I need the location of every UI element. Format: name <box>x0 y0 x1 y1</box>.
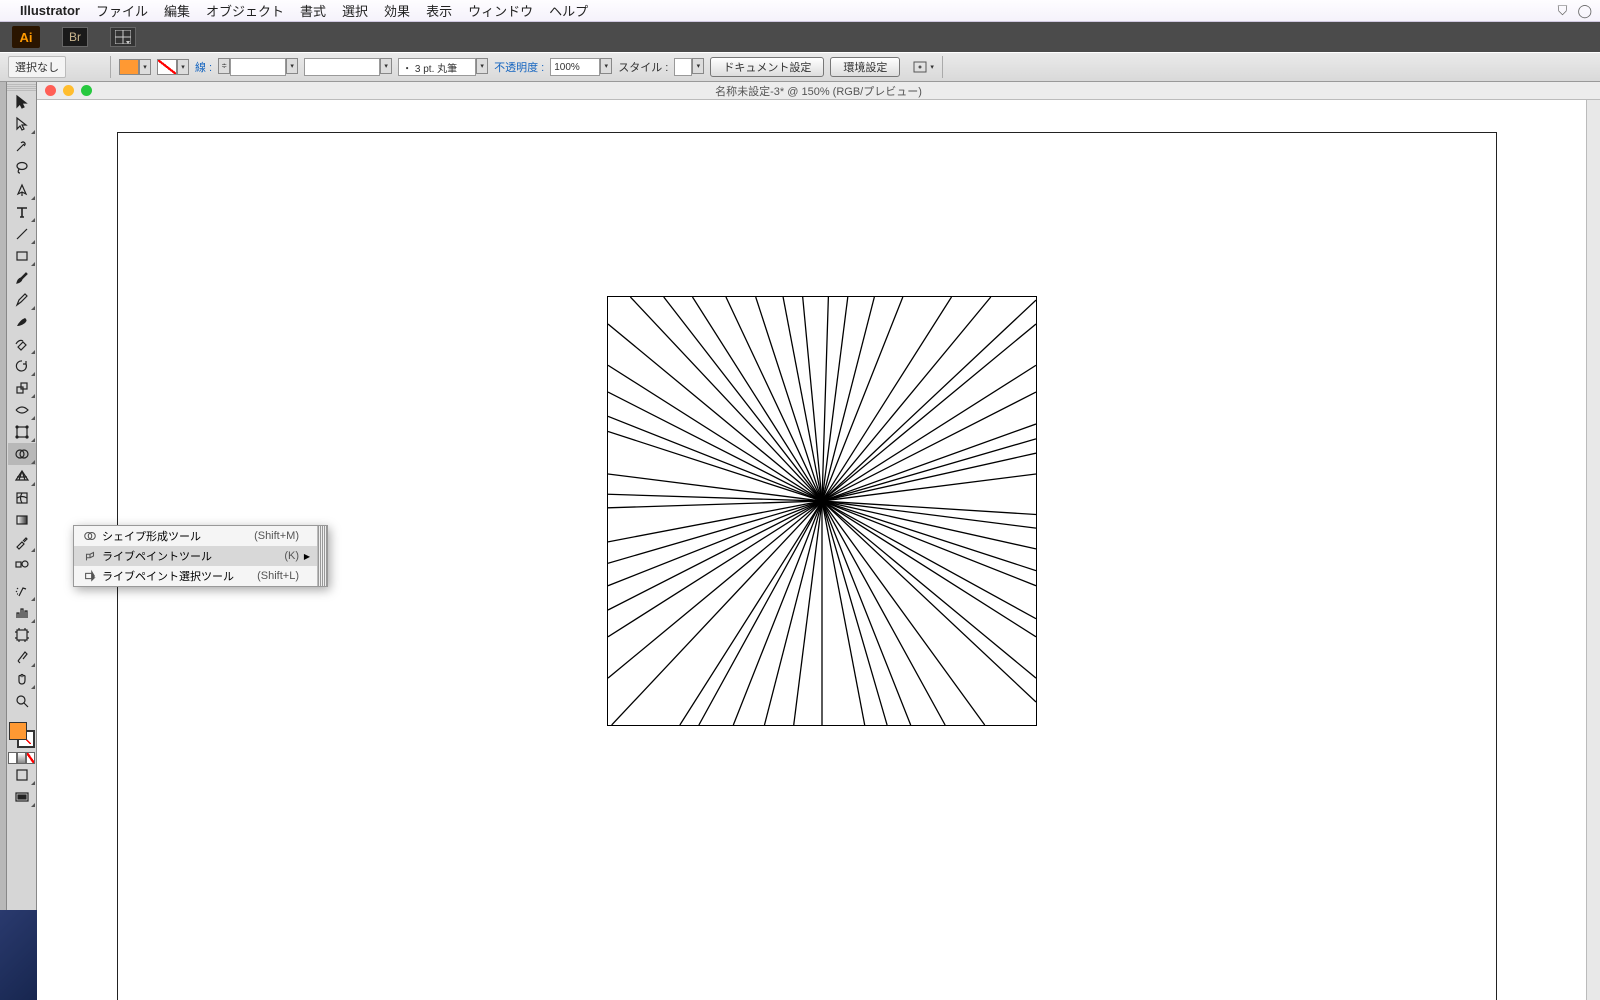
macos-menubar: Illustrator ファイル 編集 オブジェクト 書式 選択 効果 表示 ウ… <box>0 0 1600 22</box>
menu-object[interactable]: オブジェクト <box>206 1 284 20</box>
vertical-scrollbar[interactable] <box>1586 100 1600 1000</box>
tool-rotate[interactable] <box>8 355 36 377</box>
cloud-sync-icon[interactable]: ◯ <box>1577 3 1592 19</box>
selection-indicator[interactable]: 選択なし <box>8 56 66 78</box>
align-to-icon[interactable]: ▾ <box>912 59 934 75</box>
tool-perspective-grid[interactable] <box>8 465 36 487</box>
tool-type[interactable] <box>8 201 36 223</box>
flyout-item-shortcut: (K) <box>284 550 303 562</box>
brush-definition[interactable]: ・ 3 pt. 丸筆▾ <box>398 58 488 76</box>
tool-pencil[interactable] <box>8 289 36 311</box>
shield-icon[interactable]: ⛉ <box>1558 3 1568 19</box>
fill-swatch-control[interactable]: ▾ <box>119 59 151 75</box>
flyout-item-1[interactable]: ライブペイントツール(K)▶ <box>74 546 317 566</box>
starburst-artwork <box>607 296 1037 726</box>
stroke-swatch-control[interactable]: ▾ <box>157 59 189 75</box>
tool-artboard[interactable] <box>8 624 36 646</box>
flyout-item-label: ライブペイントツール <box>100 548 284 564</box>
illustrator-app-icon[interactable]: Ai <box>12 26 40 48</box>
tool-magic-wand[interactable] <box>8 135 36 157</box>
flyout-item-icon <box>80 549 100 563</box>
fill-color-box[interactable] <box>9 722 27 740</box>
tool-symbol-sprayer[interactable] <box>8 580 36 602</box>
application-bar: Ai Br <box>0 22 1600 52</box>
flyout-item-icon <box>80 569 100 583</box>
document-area: 名称未設定-3* @ 150% (RGB/プレビュー) シェイプ形成ツール(Sh… <box>37 82 1600 1000</box>
tool-blend[interactable] <box>8 553 36 575</box>
tool-pen[interactable] <box>8 179 36 201</box>
tool-slice[interactable] <box>8 646 36 668</box>
tool-selection[interactable] <box>8 91 36 113</box>
color-mode-row[interactable] <box>8 752 35 764</box>
control-panel: 選択なし ▾ ▾ 線 : ≑▾ ▾ ・ 3 pt. 丸筆▾ 不透明度 : 100… <box>0 52 1600 82</box>
menu-window[interactable]: ウィンドウ <box>468 1 533 20</box>
tool-line-segment[interactable] <box>8 223 36 245</box>
flyout-tearoff-grip[interactable] <box>317 526 327 586</box>
tool-eyedropper[interactable] <box>8 531 36 553</box>
menu-edit[interactable]: 編集 <box>164 1 190 20</box>
flyout-item-icon <box>80 529 100 543</box>
menu-help[interactable]: ヘルプ <box>549 1 588 20</box>
graphic-style[interactable]: ▾ <box>674 58 704 76</box>
menu-file[interactable]: ファイル <box>96 1 148 20</box>
tool-mesh[interactable] <box>8 487 36 509</box>
tool-column-graph[interactable] <box>8 602 36 624</box>
tool-eraser[interactable] <box>8 333 36 355</box>
menu-effect[interactable]: 効果 <box>384 1 410 20</box>
flyout-item-shortcut: (Shift+M) <box>254 530 303 542</box>
menu-view[interactable]: 表示 <box>426 1 452 20</box>
flyout-item-0[interactable]: シェイプ形成ツール(Shift+M) <box>74 526 317 546</box>
tool-gradient[interactable] <box>8 509 36 531</box>
stroke-panel-link[interactable]: 線 : <box>195 59 212 75</box>
tool-rectangle[interactable] <box>8 245 36 267</box>
tool-scale[interactable] <box>8 377 36 399</box>
draw-mode-normal[interactable] <box>8 764 36 786</box>
flyout-item-shortcut: (Shift+L) <box>257 570 303 582</box>
tool-direct-selection[interactable] <box>8 113 36 135</box>
document-title: 名称未設定-3* @ 150% (RGB/プレビュー) <box>37 83 1600 99</box>
panel-grip[interactable] <box>7 84 36 91</box>
style-label: スタイル : <box>618 59 668 75</box>
tool-blob-brush[interactable] <box>8 311 36 333</box>
panel-gutter <box>0 82 7 1000</box>
menu-select[interactable]: 選択 <box>342 1 368 20</box>
tool-lasso[interactable] <box>8 157 36 179</box>
submenu-arrow-icon: ▶ <box>303 552 311 561</box>
variable-width-profile[interactable]: ▾ <box>304 58 392 76</box>
menu-type[interactable]: 書式 <box>300 1 326 20</box>
tool-hand[interactable] <box>8 668 36 690</box>
tool-zoom[interactable] <box>8 690 36 712</box>
arrange-documents-icon[interactable] <box>110 27 136 47</box>
tool-free-transform[interactable] <box>8 421 36 443</box>
app-name[interactable]: Illustrator <box>20 3 80 18</box>
flyout-item-2[interactable]: ライブペイント選択ツール(Shift+L) <box>74 566 317 586</box>
document-setup-button[interactable]: ドキュメント設定 <box>710 57 824 77</box>
tool-width[interactable] <box>8 399 36 421</box>
preferences-button[interactable]: 環境設定 <box>830 57 900 77</box>
tool-paintbrush[interactable] <box>8 267 36 289</box>
screen-mode[interactable] <box>8 786 36 808</box>
fill-stroke-indicator[interactable] <box>9 722 35 748</box>
flyout-item-label: シェイプ形成ツール <box>100 528 254 544</box>
bridge-app-icon[interactable]: Br <box>62 27 88 47</box>
opacity-field[interactable]: 100%▾ <box>550 58 612 76</box>
opacity-panel-link[interactable]: 不透明度 : <box>494 59 544 75</box>
workspace: 名称未設定-3* @ 150% (RGB/プレビュー) シェイプ形成ツール(Sh… <box>0 82 1600 1000</box>
tool-shape-builder[interactable] <box>8 443 36 465</box>
stroke-weight-stepper[interactable]: ≑▾ <box>218 58 298 76</box>
tool-flyout-menu: シェイプ形成ツール(Shift+M)ライブペイントツール(K)▶ライブペイント選… <box>73 525 328 587</box>
document-titlebar[interactable]: 名称未設定-3* @ 150% (RGB/プレビュー) <box>37 82 1600 100</box>
flyout-item-label: ライブペイント選択ツール <box>100 568 257 584</box>
tools-panel <box>7 82 37 1000</box>
desktop-peek <box>0 910 37 1000</box>
